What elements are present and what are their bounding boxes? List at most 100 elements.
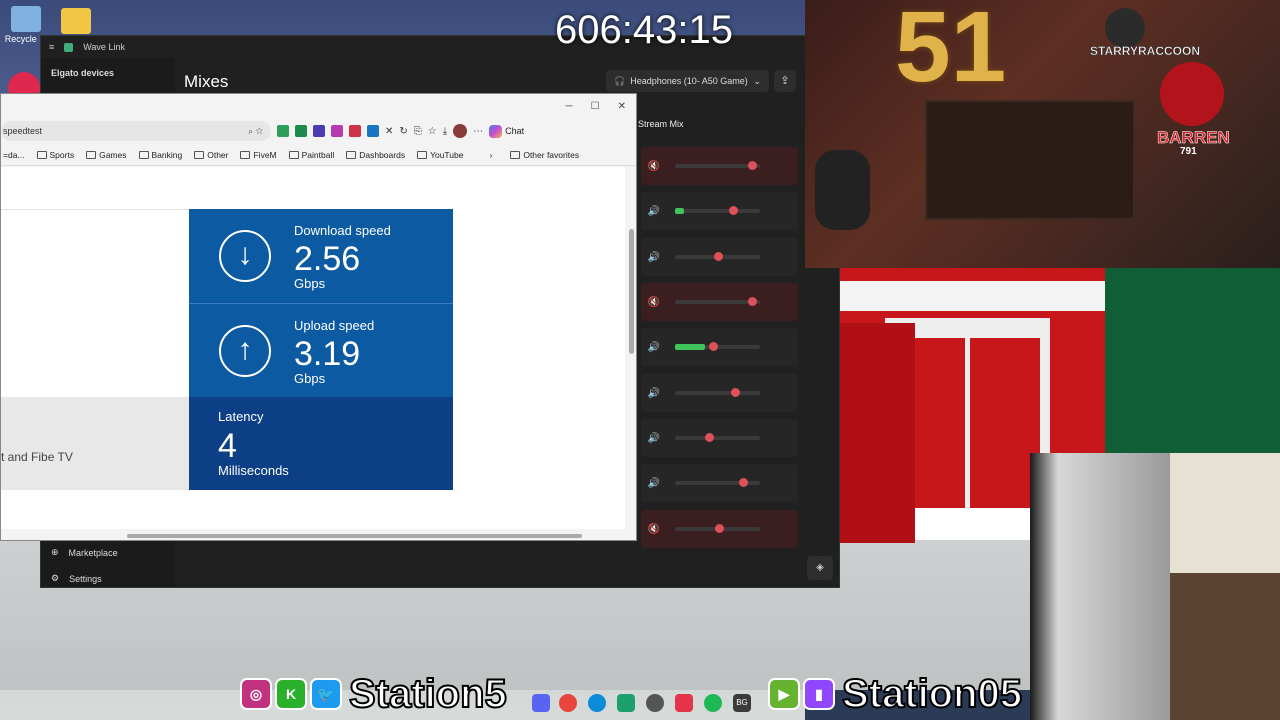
extension-icon[interactable] xyxy=(295,125,307,137)
volume-slider-handle[interactable] xyxy=(728,206,738,215)
chat-label: Chat xyxy=(505,126,525,136)
share-icon: ⇪ xyxy=(780,75,790,87)
volume-slider[interactable] xyxy=(675,478,760,487)
fire-truck xyxy=(840,323,915,543)
sidebar-item-label: Marketplace xyxy=(68,547,118,558)
volume-slider-handle[interactable] xyxy=(730,388,740,397)
favorite-folder[interactable]: Paintball xyxy=(288,150,334,160)
volume-slider-handle[interactable] xyxy=(747,297,757,306)
edge-taskbar-icon[interactable] xyxy=(588,694,606,712)
folder-shortcut[interactable] xyxy=(46,8,106,36)
volume-slider-handle[interactable] xyxy=(713,252,723,261)
channel-row: 🔊 xyxy=(641,238,798,276)
share-button[interactable]: ⇪ xyxy=(774,70,796,92)
more-options-icon[interactable]: ⋯ xyxy=(473,126,483,137)
sidebar-item-settings[interactable]: ⚙ Settings xyxy=(41,565,112,592)
copilot-icon xyxy=(489,124,503,138)
muted-speaker-icon[interactable]: 🔇 xyxy=(641,524,667,535)
folder-icon xyxy=(86,150,97,159)
sidebar-item-marketplace[interactable]: ⊕ Marketplace xyxy=(41,539,128,566)
favorite-folder[interactable]: Dashboards xyxy=(346,150,405,160)
app-taskbar-icon[interactable] xyxy=(675,694,693,712)
minimize-button[interactable]: ─ xyxy=(566,101,573,112)
other-favorites-folder[interactable]: Other favorites xyxy=(510,150,579,160)
volume-slider-handle[interactable] xyxy=(739,478,748,487)
favorite-label: Games xyxy=(99,149,127,160)
gear-icon: ⚙ xyxy=(51,573,60,583)
channel-row: 🔊 xyxy=(641,464,798,502)
discord-taskbar-icon[interactable] xyxy=(532,694,550,712)
speaker-icon[interactable]: 🔊 xyxy=(641,433,667,444)
favorite-label: Other favorites xyxy=(523,149,580,160)
wave-link-taskbar-icon[interactable] xyxy=(617,694,635,712)
chevron-right-icon[interactable]: › xyxy=(489,150,492,160)
folder-icon xyxy=(240,150,251,159)
volume-slider-handle[interactable] xyxy=(705,433,714,442)
level-meter xyxy=(675,344,705,350)
favorite-item[interactable]: =da... xyxy=(3,150,25,160)
favorite-label: Sports xyxy=(49,149,75,160)
download-value: 2.56 xyxy=(294,240,361,278)
address-bar[interactable]: speedtest ⌕ ☆ xyxy=(1,121,271,141)
output-device-select[interactable]: 🎧 Headphones (10- A50 Game) ⌄ xyxy=(606,70,769,92)
muted-speaker-icon[interactable]: 🔇 xyxy=(641,297,667,308)
volume-slider[interactable] xyxy=(675,524,760,533)
social-overlay-left: ◎ K 🐦 Station5 xyxy=(240,672,508,716)
close-button[interactable]: ✕ xyxy=(618,101,626,112)
volume-slider[interactable] xyxy=(675,342,760,351)
favorites-icon[interactable]: ☆ xyxy=(428,126,437,137)
extension-icon[interactable] xyxy=(277,125,289,137)
recycle-bin-icon xyxy=(11,6,41,32)
bg-taskbar-icon[interactable]: BG xyxy=(733,694,751,712)
split-screen-icon[interactable]: ⎘ xyxy=(414,126,422,137)
stream-timer: 606:43:15 xyxy=(555,8,733,52)
speaker-icon[interactable]: 🔊 xyxy=(641,478,667,489)
layers-button[interactable]: ◈ xyxy=(807,556,833,580)
zoom-icon[interactable]: ⌕ ☆ xyxy=(248,121,263,141)
volume-slider-handle[interactable] xyxy=(709,342,719,351)
volume-slider[interactable] xyxy=(675,252,760,261)
barren-logo-number: 791 xyxy=(1180,146,1197,157)
volume-slider-handle[interactable] xyxy=(715,524,725,533)
extension-icon[interactable] xyxy=(349,125,361,137)
favorite-folder[interactable]: Sports xyxy=(36,149,75,160)
vertical-scrollbar[interactable] xyxy=(629,229,634,354)
spotify-taskbar-icon[interactable] xyxy=(704,694,722,712)
speaker-icon[interactable]: 🔊 xyxy=(641,252,667,263)
favorite-folder[interactable]: YouTube xyxy=(417,150,463,160)
mute-icon[interactable]: ✕ xyxy=(385,126,393,137)
copilot-chat-button[interactable]: Chat xyxy=(489,124,525,138)
extension-icon[interactable] xyxy=(313,125,325,137)
folder-icon xyxy=(288,150,299,159)
favorite-folder[interactable]: Games xyxy=(86,149,127,160)
extension-icon[interactable] xyxy=(331,125,343,137)
channel-row: 🔇 xyxy=(641,147,798,185)
favorite-folder[interactable]: Other xyxy=(194,150,228,160)
horizontal-scrollbar[interactable] xyxy=(127,534,582,538)
favorite-folder[interactable]: Banking xyxy=(138,150,182,160)
volume-slider-handle[interactable] xyxy=(747,161,757,170)
favorite-folder[interactable]: FiveM xyxy=(240,150,277,160)
maximize-button[interactable]: ☐ xyxy=(591,101,600,112)
speaker-icon[interactable]: 🔊 xyxy=(641,342,667,353)
download-icon[interactable]: ⤓ xyxy=(443,126,447,137)
extension-icon[interactable] xyxy=(367,125,379,137)
muted-speaker-icon[interactable]: 🔇 xyxy=(641,161,667,172)
speedtest-page: t and Fibe TV ↓ Download speed 2.56 Gbps… xyxy=(1,167,625,529)
handle-left: Station5 xyxy=(348,672,508,716)
favorite-label: =da... xyxy=(3,149,25,160)
mix-header: Stream Mix xyxy=(638,119,684,129)
refresh-icon[interactable]: ↻ xyxy=(399,126,407,137)
volume-slider[interactable] xyxy=(675,388,760,397)
volume-slider[interactable] xyxy=(675,433,760,442)
volume-slider[interactable] xyxy=(675,206,760,215)
avatar[interactable] xyxy=(453,124,468,138)
channel-row: 🔊 xyxy=(641,374,798,412)
volume-slider[interactable] xyxy=(675,161,760,170)
speaker-icon[interactable]: 🔊 xyxy=(641,388,667,399)
obs-taskbar-icon[interactable] xyxy=(646,694,664,712)
chrome-taskbar-icon[interactable] xyxy=(559,694,577,712)
hamburger-menu-icon[interactable]: ≡ xyxy=(49,42,54,52)
speaker-icon[interactable]: 🔊 xyxy=(641,206,667,217)
volume-slider[interactable] xyxy=(675,297,760,306)
